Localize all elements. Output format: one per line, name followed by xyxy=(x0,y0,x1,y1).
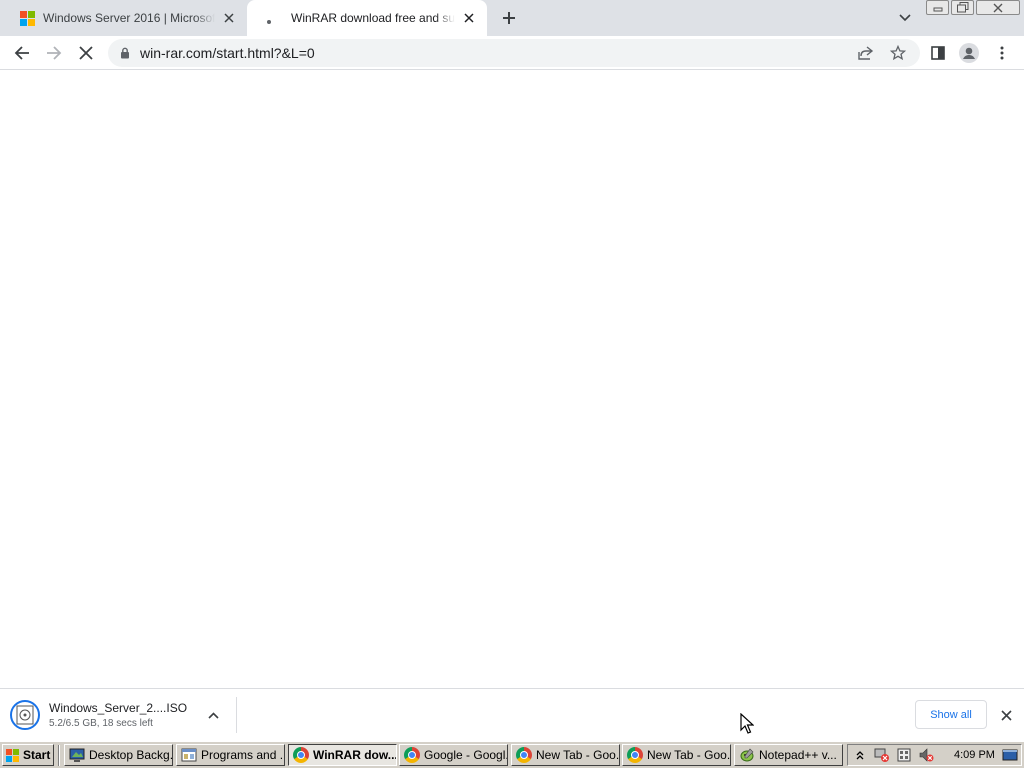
taskbar-button-new-tab-2[interactable]: New Tab - Goo... xyxy=(622,744,731,766)
arrow-left-icon xyxy=(14,46,29,60)
close-shelf-button[interactable] xyxy=(996,705,1016,725)
windows-logo-icon xyxy=(6,748,19,762)
taskbar-button-new-tab-1[interactable]: New Tab - Goo... xyxy=(511,744,620,766)
mouse-cursor-icon xyxy=(740,713,754,734)
avatar-icon xyxy=(959,43,979,63)
chrome-icon xyxy=(516,747,532,763)
window-controls xyxy=(924,0,1020,17)
share-icon[interactable] xyxy=(858,45,874,61)
divider xyxy=(58,745,60,766)
chevron-up-icon[interactable] xyxy=(852,747,868,763)
start-label: Start xyxy=(23,748,51,762)
chevron-up-icon[interactable] xyxy=(203,705,223,725)
tab-winrar[interactable]: WinRAR download free and support xyxy=(247,0,487,36)
address-bar[interactable]: win-rar.com/start.html?&L=0 xyxy=(108,39,920,67)
download-shelf: Windows_Server_2....ISO 5.2/6.5 GB, 18 s… xyxy=(0,688,1024,741)
download-filename: Windows_Server_2....ISO xyxy=(49,701,188,715)
taskbar-button-label: Programs and ... xyxy=(201,748,285,762)
arrow-right-icon xyxy=(47,46,62,60)
plus-icon xyxy=(503,12,515,24)
new-tab-button[interactable] xyxy=(497,6,521,30)
side-panel-button[interactable] xyxy=(924,39,952,67)
taskbar-button-label: Notepad++ v... xyxy=(759,748,837,762)
divider xyxy=(236,697,237,733)
taskbar-button-label: WinRAR dow... xyxy=(313,748,397,762)
taskbar-button-desktop-background[interactable]: Desktop Backg... xyxy=(64,744,173,766)
taskbar: Start Desktop Backg... Programs and ... … xyxy=(0,741,1024,768)
chrome-icon xyxy=(404,747,420,763)
clock[interactable]: 4:09 PM xyxy=(954,749,995,761)
notepadpp-icon xyxy=(740,748,754,762)
network-error-icon[interactable] xyxy=(874,747,890,763)
page-content xyxy=(0,71,1024,688)
programs-icon xyxy=(181,748,197,762)
action-center-icon[interactable] xyxy=(896,747,912,763)
show-all-button[interactable]: Show all xyxy=(915,700,987,729)
lock-icon xyxy=(121,47,129,59)
close-icon[interactable] xyxy=(221,10,237,26)
browser-toolbar: win-rar.com/start.html?&L=0 xyxy=(0,36,1024,70)
close-icon[interactable] xyxy=(461,10,477,26)
window-close-button[interactable] xyxy=(976,0,1020,15)
show-desktop-icon[interactable] xyxy=(1002,747,1018,763)
bookmark-star-icon[interactable] xyxy=(890,45,906,61)
close-icon xyxy=(993,3,1003,12)
taskbar-button-google[interactable]: Google - Googl... xyxy=(399,744,508,766)
loading-spinner-icon xyxy=(267,20,271,24)
download-item[interactable]: Windows_Server_2....ISO 5.2/6.5 GB, 18 s… xyxy=(10,697,236,733)
close-icon xyxy=(1000,709,1012,721)
tab-search-button[interactable] xyxy=(894,7,916,29)
tab-windows-server[interactable]: Windows Server 2016 | Microsoft Ev xyxy=(0,0,247,36)
iso-file-icon xyxy=(10,700,40,730)
tab-strip: Windows Server 2016 | Microsoft Ev WinRA… xyxy=(0,0,1024,36)
stop-icon xyxy=(79,46,93,60)
taskbar-button-programs[interactable]: Programs and ... xyxy=(176,744,285,766)
tab-title: Windows Server 2016 | Microsoft Ev xyxy=(43,11,215,25)
menu-button[interactable] xyxy=(988,39,1016,67)
desktop-icon xyxy=(69,748,85,762)
taskbar-button-winrar[interactable]: WinRAR dow... xyxy=(288,744,397,766)
back-button[interactable] xyxy=(8,39,36,67)
stop-loading-button[interactable] xyxy=(72,39,100,67)
restore-icon xyxy=(956,2,968,13)
tab-title: WinRAR download free and support xyxy=(291,11,455,25)
taskbar-button-label: New Tab - Goo... xyxy=(536,748,620,762)
taskbar-button-label: New Tab - Goo... xyxy=(647,748,731,762)
volume-muted-icon[interactable] xyxy=(918,747,934,763)
side-panel-icon xyxy=(931,46,945,60)
chrome-icon xyxy=(627,747,643,763)
minimize-button[interactable] xyxy=(926,0,949,15)
kebab-menu-icon xyxy=(1000,46,1004,60)
start-button[interactable]: Start xyxy=(2,744,54,766)
forward-button[interactable] xyxy=(40,39,68,67)
profile-button[interactable] xyxy=(955,39,983,67)
taskbar-button-label: Desktop Backg... xyxy=(89,748,173,762)
system-tray: 4:09 PM xyxy=(847,744,1022,766)
chevron-down-icon xyxy=(899,14,911,22)
taskbar-button-notepadpp[interactable]: Notepad++ v... xyxy=(734,744,843,766)
taskbar-button-label: Google - Googl... xyxy=(424,748,508,762)
download-status: 5.2/6.5 GB, 18 secs left xyxy=(49,718,153,729)
minimize-icon xyxy=(933,7,942,11)
url-text[interactable]: win-rar.com/start.html?&L=0 xyxy=(140,45,315,61)
chrome-icon xyxy=(293,747,309,763)
restore-button[interactable] xyxy=(951,0,974,15)
microsoft-logo-icon xyxy=(20,10,35,26)
